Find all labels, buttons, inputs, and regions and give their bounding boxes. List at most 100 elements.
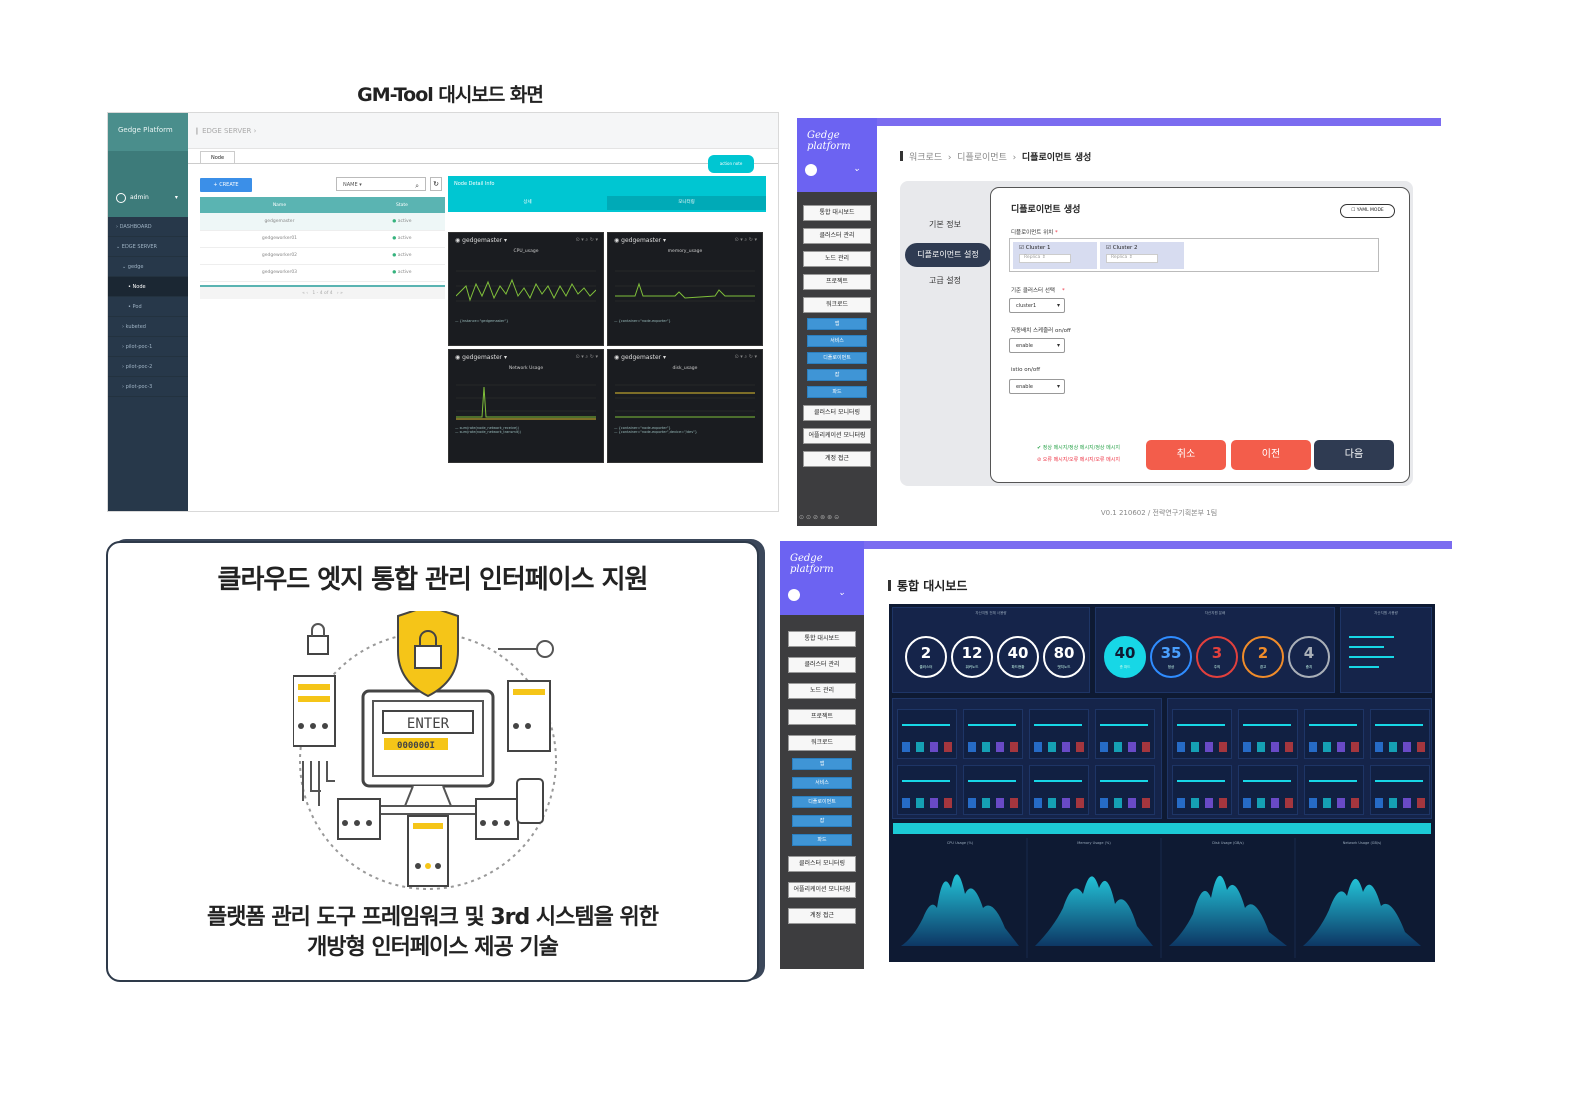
node-tile bbox=[1370, 765, 1430, 815]
step-deploy-settings[interactable]: 디플로이먼트 설정 bbox=[905, 243, 991, 267]
gm-tool-caption: GM-Tool 대시보드 화면 bbox=[357, 84, 544, 106]
table-row[interactable]: gedgemaster ● active bbox=[200, 213, 445, 231]
table-row[interactable]: gedgeworker03 ● active bbox=[200, 264, 445, 282]
submenu-deployment[interactable]: 디플로이먼트 bbox=[792, 796, 852, 808]
menu-account[interactable]: 계정 접근 bbox=[803, 451, 871, 467]
submenu-pod[interactable]: 파드 bbox=[792, 834, 852, 846]
code-text: 000000I bbox=[397, 741, 435, 751]
illustration-card: 클라우드 엣지 통합 관리 인터페이스 지원 ENTER 000000I 플랫폼… bbox=[106, 541, 759, 982]
logo-text: Gedge Platform bbox=[118, 126, 173, 134]
submenu-app[interactable]: 앱 bbox=[807, 318, 867, 330]
nav-item-edge-server[interactable]: ⌄ EDGE SERVER bbox=[108, 237, 188, 257]
menu-app-monitoring[interactable]: 어플리케이션 모니터링 bbox=[803, 428, 871, 444]
nav-item-kubeted[interactable]: › kubeted bbox=[108, 317, 188, 337]
node-tile bbox=[1238, 709, 1298, 759]
tab-monitoring[interactable]: 모니터링 bbox=[607, 196, 766, 210]
menu-cluster[interactable]: 클러스터 관리 bbox=[803, 228, 871, 244]
menu-cluster-monitoring[interactable]: 클러스터 모니터링 bbox=[788, 856, 856, 872]
gm-nav: › DASHBOARD ⌄ EDGE SERVER ⌄ gedge • Node… bbox=[108, 217, 188, 397]
illustration-title: 클라우드 엣지 통합 관리 인터페이스 지원 bbox=[217, 565, 649, 595]
deploy-sidebar: Gedge platform ⌄ 통합 대시보드 클러스터 관리 노드 관리 프… bbox=[797, 118, 877, 526]
submenu-job[interactable]: 잡 bbox=[792, 815, 852, 827]
ring-cluster: 2 클러스터 bbox=[905, 636, 947, 678]
node-tile bbox=[1370, 709, 1430, 759]
ring-stopped: 4 중지 bbox=[1288, 636, 1330, 678]
menu-project[interactable]: 프로젝트 bbox=[788, 709, 856, 725]
chart-disk-title: Disk Usage (GB/s) bbox=[1212, 841, 1244, 845]
gm-breadcrumb: ❙ EDGE SERVER › bbox=[188, 113, 778, 149]
menu-app-monitoring[interactable]: 어플리케이션 모니터링 bbox=[788, 882, 856, 898]
next-button[interactable]: 다음 bbox=[1314, 440, 1394, 470]
ring-warning: 2 경고 bbox=[1242, 636, 1284, 678]
cancel-button[interactable]: 취소 bbox=[1146, 440, 1226, 470]
step-advanced[interactable]: 고급 설정 bbox=[900, 275, 990, 286]
base-cluster-label: 기준 클러스터 선택 * bbox=[1011, 288, 1065, 294]
submenu-job[interactable]: 잡 bbox=[807, 369, 867, 381]
monitor-badge[interactable]: action note bbox=[708, 155, 754, 173]
base-cluster-select[interactable]: cluster1 bbox=[1009, 298, 1065, 313]
nav-item-pilot-1[interactable]: › pilot-poc-1 bbox=[108, 337, 188, 357]
cluster-card-2[interactable]: ☑ Cluster 2 Replica ⇕ bbox=[1100, 242, 1184, 269]
replica-input[interactable]: Replica ⇕ bbox=[1106, 254, 1158, 263]
search-select[interactable]: NAME ▾ ⌕ bbox=[336, 177, 426, 191]
step-basic[interactable]: 기본 정보 bbox=[900, 219, 990, 230]
menu-cluster[interactable]: 클러스터 관리 bbox=[788, 657, 856, 673]
search-icon[interactable]: ⌕ bbox=[415, 182, 419, 191]
gm-tool-window: Gedge Platform admin ▾ › DASHBOARD ⌄ EDG… bbox=[107, 112, 779, 512]
chevron-down-icon[interactable]: ⌄ bbox=[838, 588, 846, 598]
replica-input[interactable]: Replica ⇕ bbox=[1019, 254, 1071, 263]
menu-node[interactable]: 노드 관리 bbox=[803, 251, 871, 267]
nav-item-node[interactable]: • Node bbox=[108, 277, 188, 297]
table-row[interactable]: gedgeworker01 ● active bbox=[200, 230, 445, 248]
col-state[interactable]: State bbox=[358, 197, 445, 213]
avatar-icon[interactable] bbox=[805, 164, 817, 176]
autoscale-select[interactable]: enable bbox=[1009, 338, 1065, 353]
location-label: 디플로이먼트 위치 * bbox=[1011, 230, 1058, 236]
menu-project[interactable]: 프로젝트 bbox=[803, 274, 871, 290]
node-tile bbox=[897, 765, 957, 815]
yaml-mode-toggle[interactable]: ☐ YAML MODE bbox=[1340, 204, 1395, 218]
nav-item-pilot-3[interactable]: › pilot-poc-3 bbox=[108, 377, 188, 397]
nav-item-pilot-2[interactable]: › pilot-poc-2 bbox=[108, 357, 188, 377]
nav-item-pod[interactable]: • Pod bbox=[108, 297, 188, 317]
col-name[interactable]: Name bbox=[200, 197, 359, 213]
chevron-down-icon[interactable]: ⌄ bbox=[853, 164, 861, 174]
crumb-deployment[interactable]: 디플로이먼트 bbox=[957, 153, 1007, 163]
refresh-icon[interactable]: ↻ bbox=[430, 177, 442, 191]
cluster-card-1[interactable]: ☑ Cluster 1 Replica ⇕ bbox=[1013, 242, 1097, 269]
pager[interactable]: « ‹ 1 - 4 of 4 › » bbox=[200, 285, 445, 299]
detail-title: Node Detail Info bbox=[454, 181, 495, 187]
menu-workload[interactable]: 워크로드 bbox=[788, 735, 856, 751]
create-button[interactable]: + CREATE bbox=[200, 178, 252, 192]
deploy-card: 기본 정보 디플로이먼트 설정 고급 설정 디플로이먼트 생성 ☐ YAML M… bbox=[900, 181, 1413, 486]
table-row[interactable]: gedgeworker02 ● active bbox=[200, 247, 445, 265]
menu-cluster-monitoring[interactable]: 클러스터 모니터링 bbox=[803, 405, 871, 421]
tab-detail[interactable]: 상세 bbox=[448, 196, 607, 210]
node-tile bbox=[897, 709, 957, 759]
menu-account[interactable]: 계정 접근 bbox=[788, 908, 856, 924]
resource-usage-block: 자산지원 사용량 bbox=[1340, 607, 1432, 693]
ring-edge: 80 엣지노드 bbox=[1043, 636, 1085, 678]
graph-cpu: ◉ gedgemaster ▾ ⊙ ▾ ⌕ ↻ ▾ CPU_usage — {in… bbox=[448, 232, 604, 346]
deploy-window: Gedge platform ⌄ 통합 대시보드 클러스터 관리 노드 관리 프… bbox=[797, 118, 1441, 526]
dashboard-sidebar: Gedge platform ⌄ 통합 대시보드 클러스터 관리 노드 관리 프… bbox=[780, 541, 864, 969]
menu-workload[interactable]: 워크로드 bbox=[803, 297, 871, 313]
submenu-pod[interactable]: 파드 bbox=[807, 386, 867, 398]
submenu-app[interactable]: 앱 bbox=[792, 758, 852, 770]
istio-select[interactable]: enable bbox=[1009, 379, 1065, 394]
avatar-icon[interactable] bbox=[788, 589, 800, 601]
gm-user[interactable]: admin ▾ bbox=[108, 151, 188, 217]
crumb-workload[interactable]: 워크로드 bbox=[909, 153, 942, 163]
submenu-deployment[interactable]: 디플로이먼트 bbox=[807, 352, 867, 364]
nav-item-dashboard[interactable]: › DASHBOARD bbox=[108, 217, 188, 237]
submenu-service[interactable]: 서비스 bbox=[807, 335, 867, 347]
graph-disk: ◉ gedgemaster ▾ ⊙ ▾ ⌕ ↻ ▾ disk_usage — {c… bbox=[607, 349, 763, 463]
menu-dashboard[interactable]: 통합 대시보드 bbox=[788, 631, 856, 647]
prev-button[interactable]: 이전 bbox=[1231, 440, 1311, 470]
submenu-service[interactable]: 서비스 bbox=[792, 777, 852, 789]
user-name: admin bbox=[130, 194, 149, 201]
menu-node[interactable]: 노드 관리 bbox=[788, 683, 856, 699]
menu-dashboard[interactable]: 통합 대시보드 bbox=[803, 205, 871, 221]
nav-item-gedge[interactable]: ⌄ gedge bbox=[108, 257, 188, 277]
node-tile bbox=[1304, 765, 1364, 815]
